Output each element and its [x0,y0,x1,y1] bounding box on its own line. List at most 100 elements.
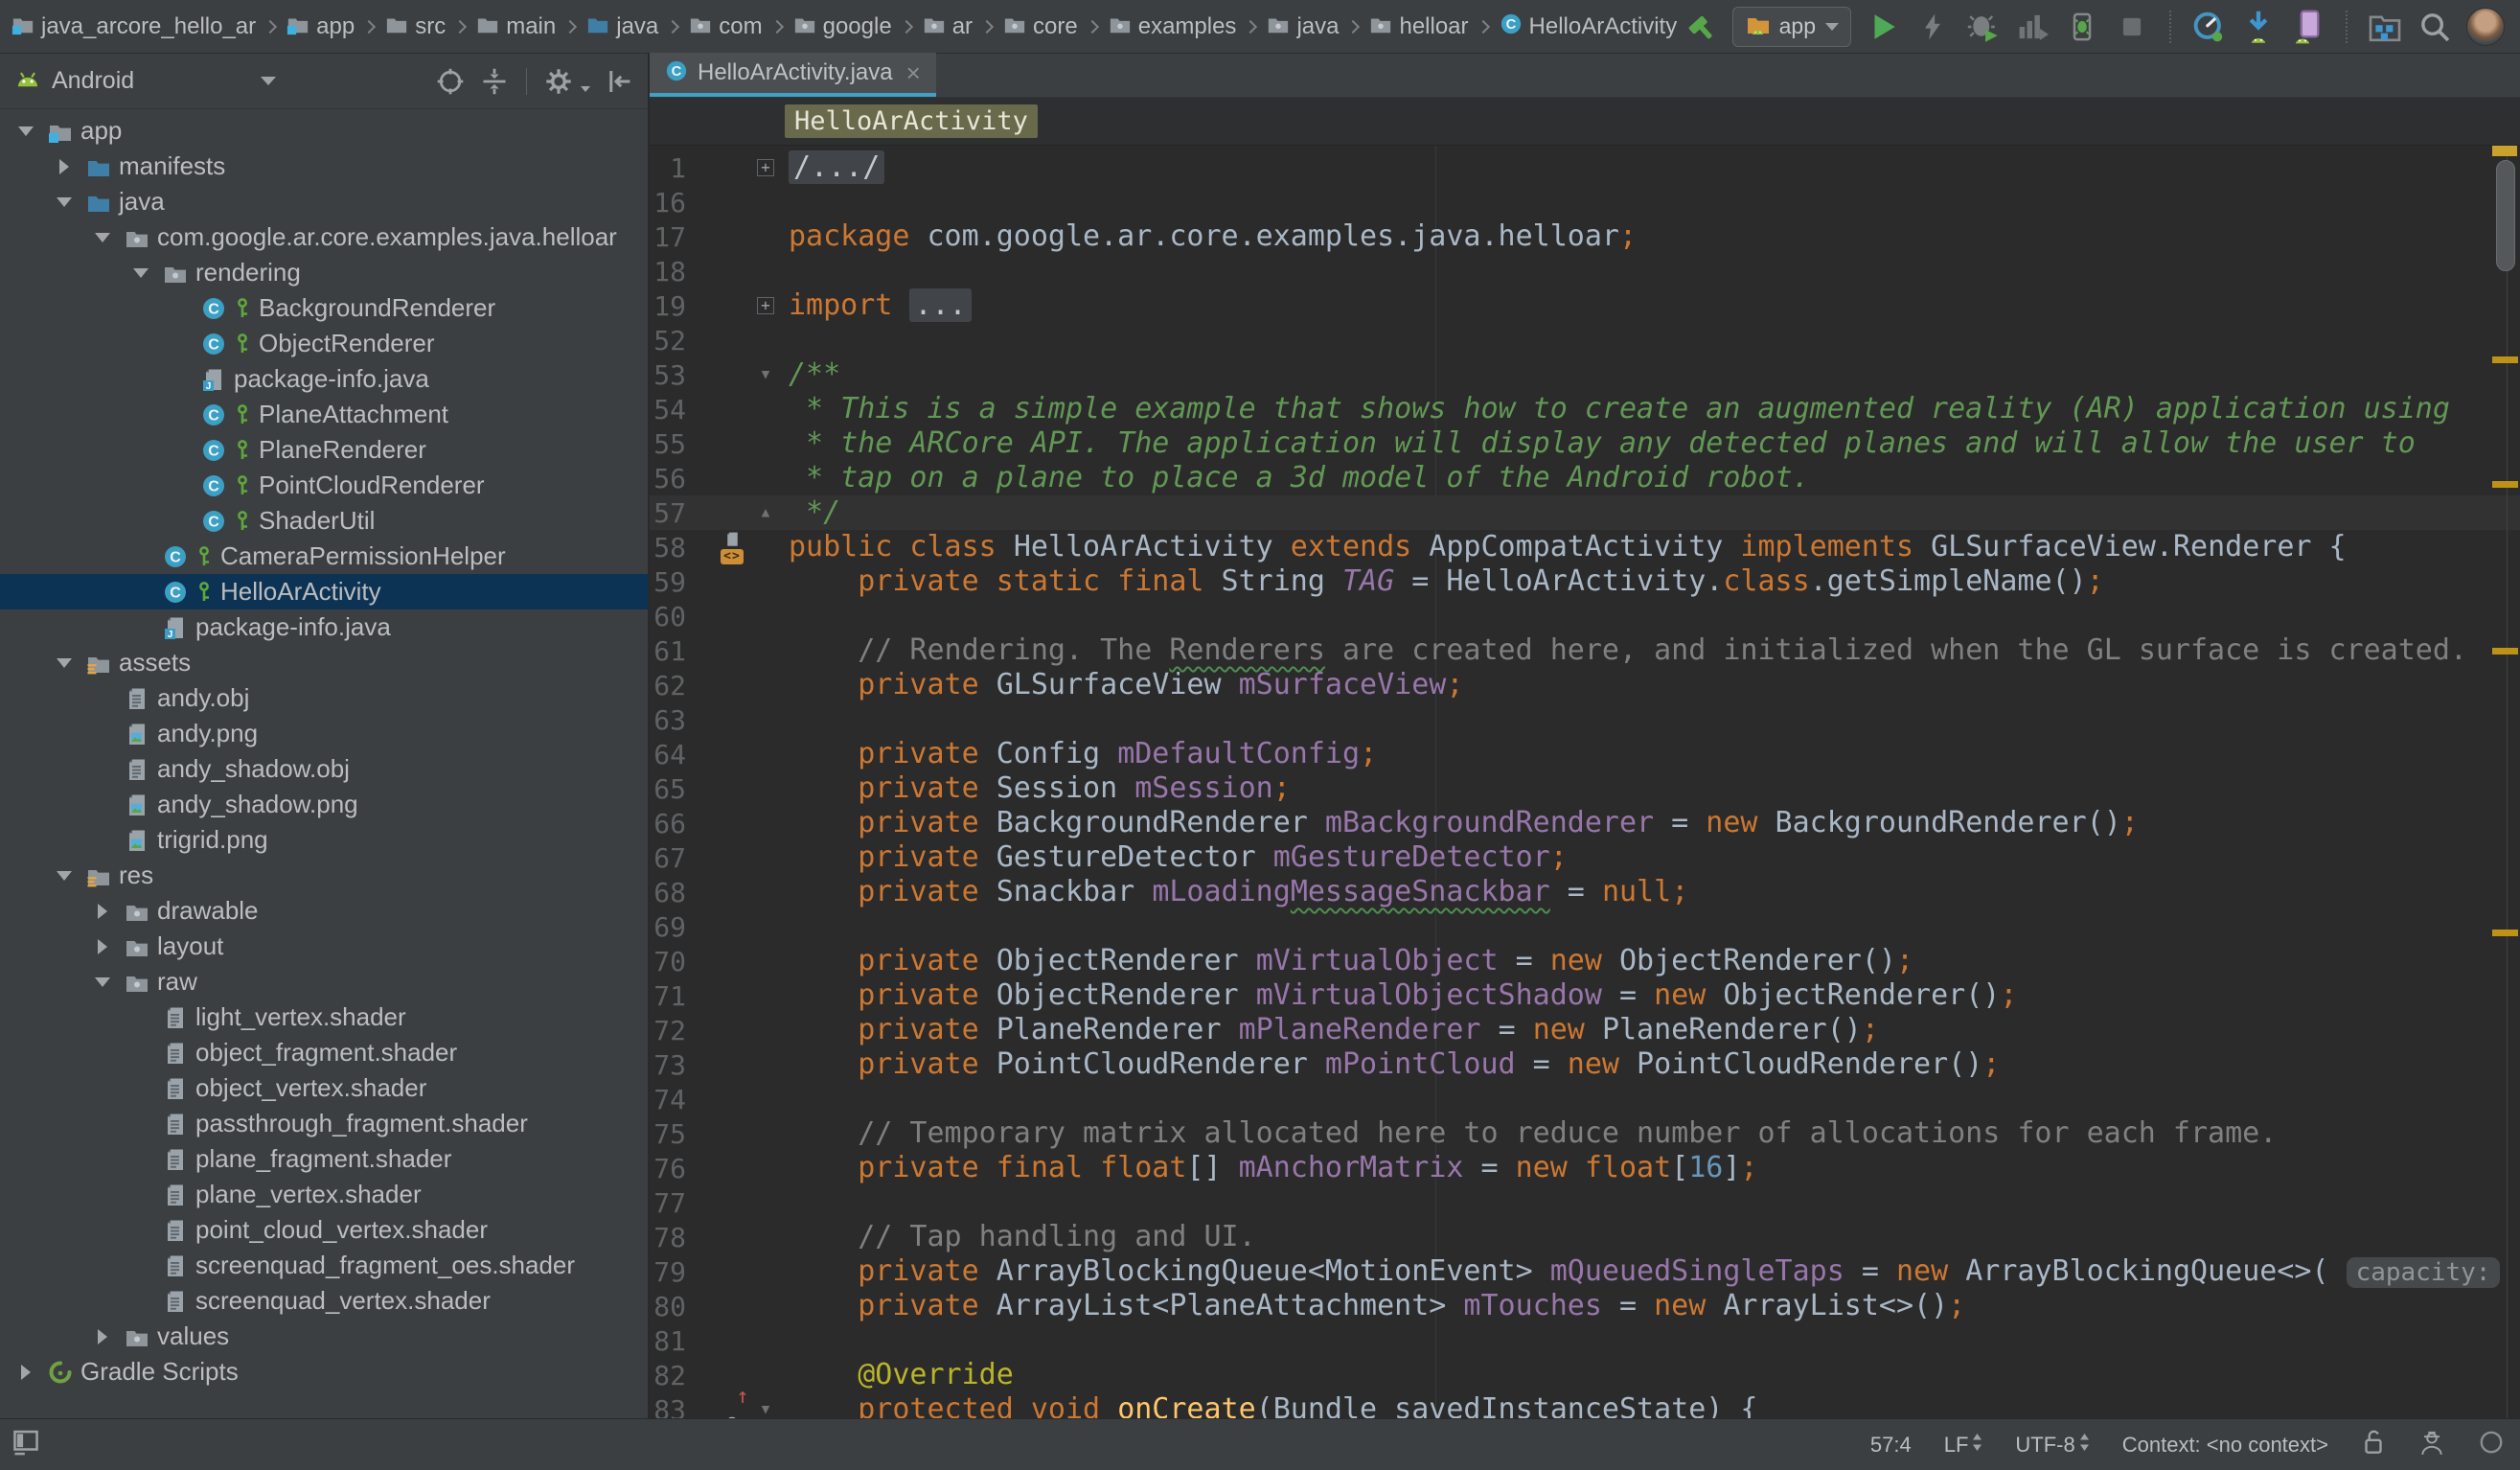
search-everywhere-icon[interactable] [2417,8,2453,46]
related-file-gutter-icons[interactable]: <> [713,531,751,564]
sidebar-item-plane-fragment-shader[interactable]: plane_fragment.shader [0,1141,648,1177]
chevron-down-icon[interactable] [90,977,115,987]
code-token[interactable]: capacity: [2347,1257,2501,1288]
breadcrumb-item-main[interactable]: main [476,12,556,40]
sidebar-item-shaderutil[interactable]: CShaderUtil [0,503,648,539]
sidebar-item-object-fragment-shader[interactable]: object_fragment.shader [0,1035,648,1070]
sidebar-item-screenquad-fragment-oes-shader[interactable]: screenquad_fragment_oes.shader [0,1248,648,1283]
avd-manager-icon[interactable] [2290,8,2326,46]
warning-stripe-mark[interactable] [2492,481,2518,488]
editor-breadcrumb[interactable]: HelloArActivity [785,104,1038,138]
context-widget[interactable]: Context: <no context> [2122,1433,2328,1458]
sidebar-item-planeattachment[interactable]: CPlaneAttachment [0,397,648,432]
chevron-down-icon[interactable] [13,126,38,136]
code-token[interactable]: ... [909,288,971,322]
sidebar-item-drawable[interactable]: drawable [0,893,648,929]
highlighting-level-icon[interactable] [2418,1428,2445,1461]
sidebar-item-passthrough-fragment-shader[interactable]: passthrough_fragment.shader [0,1106,648,1141]
lock-icon[interactable] [2361,1428,2386,1461]
fold-marker-icon[interactable]: ▾ [751,1405,780,1414]
sidebar-item-raw[interactable]: raw [0,964,648,999]
breadcrumb-item-core[interactable]: core [1003,12,1078,40]
profile-icon[interactable] [2014,8,2050,46]
sidebar-item-helloaractivity[interactable]: CHelloArActivity [0,574,648,609]
notifications-icon[interactable] [2478,1429,2505,1460]
run-configuration-select[interactable]: app [1732,7,1851,47]
sidebar-item-layout[interactable]: layout [0,929,648,964]
sidebar-item-andy-png[interactable]: andy.png [0,716,648,751]
sidebar-item-com-google-ar-core-examples-java-helloar[interactable]: com.google.ar.core.examples.java.helloar [0,219,648,255]
settings-gear-icon[interactable] [544,67,573,96]
chevron-right-icon[interactable] [52,159,77,174]
sidebar-item-object-vertex-shader[interactable]: object_vertex.shader [0,1070,648,1106]
breadcrumb-item-google[interactable]: google [793,12,892,40]
warning-stripe-mark[interactable] [2492,648,2518,655]
warning-stripe-mark[interactable] [2492,356,2518,363]
profiler-gauge-icon[interactable] [2190,8,2227,46]
sdk-manager-icon[interactable] [2240,8,2277,46]
sidebar-item-objectrenderer[interactable]: CObjectRenderer [0,326,648,361]
sidebar-item-manifests[interactable]: manifests [0,149,648,184]
sidebar-item-planerenderer[interactable]: CPlaneRenderer [0,432,648,468]
user-avatar[interactable] [2466,8,2505,46]
chevron-down-icon[interactable] [52,871,77,881]
chevron-right-icon[interactable] [90,939,115,954]
stop-icon[interactable] [2114,8,2150,46]
sidebar-item-andy-shadow-obj[interactable]: andy_shadow.obj [0,751,648,787]
chevron-down-icon[interactable] [90,233,115,242]
breadcrumb-item-ar[interactable]: ar [923,12,973,40]
breadcrumb-item-com[interactable]: com [689,12,762,40]
breadcrumb-item-helloaractivity[interactable]: CHelloArActivity [1500,12,1678,40]
sidebar-item-assets[interactable]: assets [0,645,648,680]
sidebar-item-package-info-java[interactable]: Jpackage-info.java [0,361,648,397]
sidebar-item-screenquad-vertex-shader[interactable]: screenquad_vertex.shader [0,1283,648,1319]
breadcrumb-item-helloar[interactable]: helloar [1369,12,1468,40]
chevron-down-icon[interactable] [52,658,77,668]
build-hammer-icon[interactable] [1683,8,1719,46]
sidebar-item-java[interactable]: java [0,184,648,219]
close-icon[interactable]: × [906,63,921,82]
breadcrumb-item-java_arcore_hello_ar[interactable]: java_arcore_hello_ar [11,12,256,40]
fold-marker-icon[interactable]: ▾ [751,370,780,379]
sidebar-item-plane-vertex-shader[interactable]: plane_vertex.shader [0,1177,648,1212]
locate-file-icon[interactable] [436,67,465,96]
collapse-all-icon[interactable] [480,67,509,96]
apply-changes-icon[interactable] [1914,8,1951,46]
scrollbar-thumb[interactable] [2496,160,2515,271]
project-view-selector[interactable]: Android [15,66,276,96]
editor-tab[interactable]: C HelloArActivity.java × [650,53,936,97]
sidebar-item-values[interactable]: values [0,1319,648,1354]
warning-stripe-mark[interactable] [2492,930,2518,936]
attach-debugger-icon[interactable] [2064,8,2100,46]
encoding-widget[interactable]: UTF-8 [2015,1433,2089,1458]
caret-position[interactable]: 57:4 [1870,1433,1912,1458]
run-icon[interactable] [1865,8,1901,46]
project-structure-icon[interactable] [2367,8,2403,46]
chevron-down-icon[interactable] [52,197,77,207]
sidebar-item-pointcloudrenderer[interactable]: CPointCloudRenderer [0,468,648,503]
breadcrumb-item-src[interactable]: src [385,12,446,40]
chevron-right-icon[interactable] [90,904,115,919]
sidebar-item-app[interactable]: app [0,113,648,149]
breadcrumb-item-java[interactable]: java [1267,12,1339,40]
chevron-right-icon[interactable] [90,1329,115,1344]
toolwindow-switcher-icon[interactable] [11,1428,40,1461]
sidebar-item-andy-obj[interactable]: andy.obj [0,680,648,716]
sidebar-item-trigrid-png[interactable]: trigrid.png [0,822,648,858]
breadcrumb-item-app[interactable]: app [286,12,355,40]
fold-marker-icon[interactable]: + [751,159,780,176]
breadcrumb-item-java[interactable]: java [586,12,658,40]
breadcrumb-item-examples[interactable]: examples [1109,12,1237,40]
sidebar-item-light-vertex-shader[interactable]: light_vertex.shader [0,999,648,1035]
chevron-down-icon[interactable] [128,268,153,278]
chevron-right-icon[interactable] [13,1365,38,1380]
sidebar-item-gradle-scripts[interactable]: Gradle Scripts [0,1354,648,1390]
line-separator-widget[interactable]: LF [1944,1433,1983,1458]
debug-icon[interactable] [1964,8,2001,46]
code-token[interactable]: /.../ [789,150,884,184]
sidebar-item-package-info-java[interactable]: Jpackage-info.java [0,609,648,645]
sidebar-item-rendering[interactable]: rendering [0,255,648,290]
hide-panel-icon[interactable] [606,67,634,96]
fold-marker-icon[interactable]: ▴ [751,508,780,517]
sidebar-item-res[interactable]: res [0,858,648,893]
